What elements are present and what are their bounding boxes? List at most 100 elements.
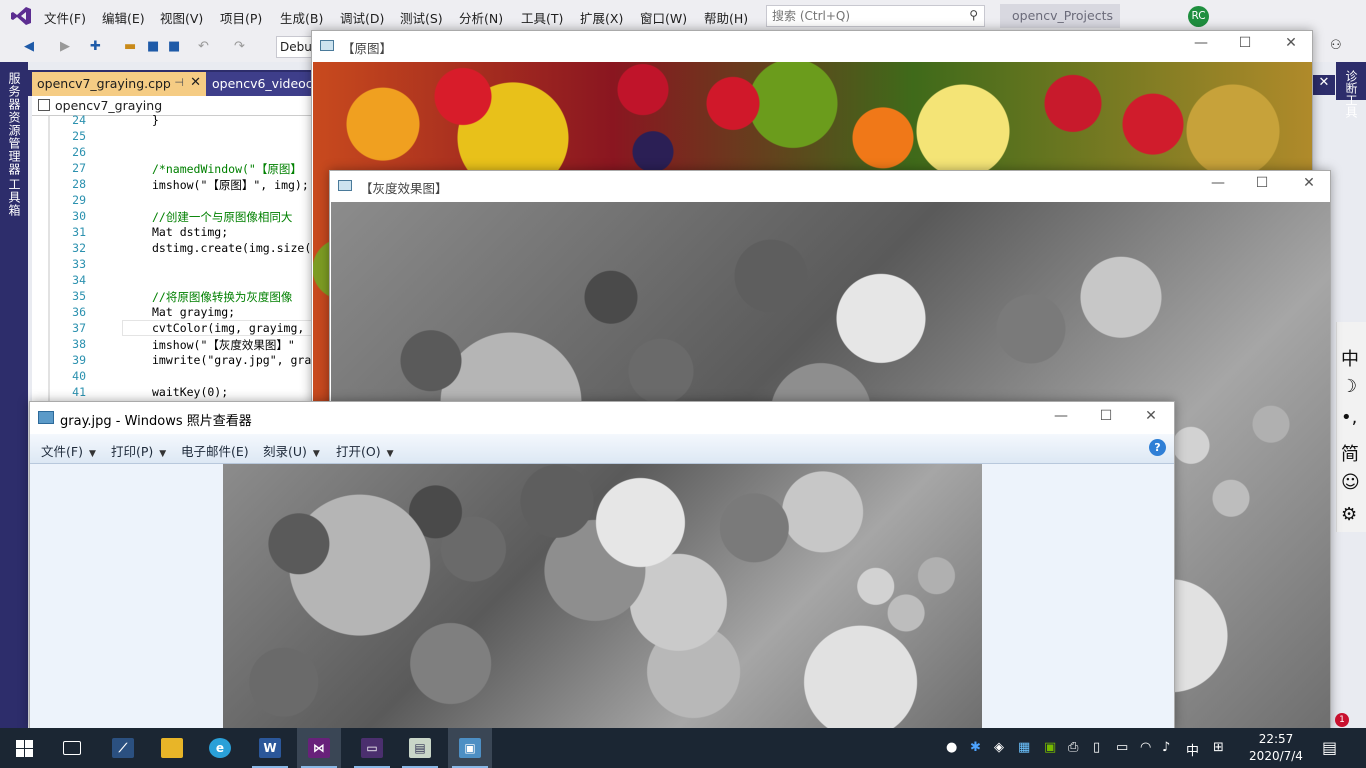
maximize-icon[interactable]: ☐ (1231, 35, 1259, 51)
toolbox-tab[interactable]: 工具箱 (6, 178, 23, 217)
line-number: 26 (72, 145, 86, 159)
solution-config-dropdown[interactable]: Debug (276, 36, 316, 58)
photo-viewer-icon: ▣ (459, 738, 481, 758)
pin-icon[interactable]: ⊣ (174, 76, 184, 89)
printer-icon[interactable]: ⎙ (1068, 740, 1078, 755)
usb-icon[interactable]: ▯ (1093, 740, 1100, 755)
new-item-icon[interactable]: ✚ (90, 39, 101, 54)
menu-test[interactable]: 测试(S) (400, 8, 443, 27)
menu-analyze[interactable]: 分析(N) (459, 8, 503, 27)
notification-center-icon[interactable]: ▤ (1322, 738, 1337, 757)
menu-file[interactable]: 文件(F) (44, 8, 86, 27)
moon-icon[interactable]: ☽ (1341, 376, 1357, 397)
line-number: 25 (72, 129, 86, 143)
volume-icon[interactable]: ♪ (1162, 740, 1170, 755)
save-all-icon[interactable]: ■ (168, 39, 180, 54)
close-icon[interactable]: ✕ (1313, 75, 1335, 95)
visual-studio-logo-icon (11, 7, 31, 25)
gray-jpg-image (223, 464, 982, 728)
menu-edit[interactable]: 编辑(E) (102, 8, 145, 27)
viewer-menu-open[interactable]: 打开(O) ▼ (336, 441, 394, 460)
taskbar-app-vs-installer[interactable]: ⟋ (101, 728, 145, 768)
folder-icon (161, 738, 183, 758)
undo-icon[interactable]: ↶ (198, 39, 209, 54)
taskbar-app-console[interactable]: ▭ (350, 728, 394, 768)
keyboard-layout-icon[interactable]: ⊞ (1213, 740, 1224, 755)
menu-label: 文件(F) (41, 444, 83, 459)
security-icon[interactable]: ◈ (994, 740, 1004, 755)
punctuation-icon[interactable]: •, (1341, 407, 1357, 428)
taskbar-app-opencv-window[interactable]: ▤ (398, 728, 442, 768)
window-titlebar[interactable]: gray.jpg - Windows 照片查看器 — ☐ ✕ (30, 402, 1174, 434)
qq-icon[interactable]: ● (946, 740, 957, 755)
help-icon[interactable]: ? (1149, 439, 1166, 456)
minimize-icon[interactable]: — (1047, 408, 1075, 424)
minimize-icon[interactable]: — (1204, 175, 1232, 191)
code-line: } (152, 113, 159, 127)
menu-debug[interactable]: 调试(D) (340, 8, 384, 27)
viewer-menu-burn[interactable]: 刻录(U) ▼ (263, 441, 320, 460)
maximize-icon[interactable]: ☐ (1092, 408, 1120, 424)
close-icon[interactable]: ✕ (1295, 175, 1323, 191)
window-title: 【原图】 (342, 41, 393, 56)
taskbar-app-visual-studio[interactable]: ⋈ (297, 728, 341, 768)
taskbar-app-edge[interactable]: e (198, 728, 242, 768)
window-titlebar[interactable]: 【灰度效果图】 — ☐ ✕ (330, 171, 1330, 201)
tab-opencv6-videocapture[interactable]: opencv6_videocapture.cpp (206, 72, 316, 96)
menu-build[interactable]: 生成(B) (280, 8, 323, 27)
dropdown-arrow-icon: ▼ (159, 449, 167, 459)
vs-search-box[interactable]: ⚲ (766, 5, 985, 27)
line-number: 31 (72, 225, 86, 239)
save-icon[interactable]: ■ (147, 39, 159, 54)
maximize-icon[interactable]: ☐ (1248, 175, 1276, 191)
close-icon[interactable]: ✕ (1137, 408, 1165, 424)
taskbar-app-photo-viewer[interactable]: ▣ (448, 728, 492, 768)
photo-viewer-window[interactable]: gray.jpg - Windows 照片查看器 — ☐ ✕ 文件(F) ▼ 打印… (29, 401, 1175, 729)
menu-view[interactable]: 视图(V) (160, 8, 203, 27)
viewer-menu-file[interactable]: 文件(F) ▼ (41, 441, 96, 460)
search-input[interactable] (767, 6, 957, 26)
viewer-menu-print[interactable]: 打印(P) ▼ (111, 441, 166, 460)
menu-tools[interactable]: 工具(T) (521, 8, 563, 27)
diagnostic-tools-tab[interactable]: 诊断工具 (1343, 70, 1360, 118)
server-explorer-tab[interactable]: 服务器资源管理器 (6, 72, 23, 176)
task-view-button[interactable] (50, 728, 94, 768)
ime-simplified[interactable]: 简 (1341, 440, 1359, 466)
minimize-icon[interactable]: — (1187, 35, 1215, 51)
taskbar-clock[interactable]: 22:57 2020/7/4 (1246, 731, 1306, 765)
project-scope-icon (38, 99, 50, 111)
close-icon[interactable]: ✕ (1277, 35, 1305, 51)
redo-icon[interactable]: ↷ (234, 39, 245, 54)
line-number: 38 (72, 337, 86, 351)
battery-icon[interactable]: ▭ (1116, 740, 1128, 755)
network-app-icon[interactable]: ▦ (1018, 740, 1030, 755)
forward-icon[interactable]: ▶ (60, 39, 70, 54)
input-language[interactable]: 中 (1186, 740, 1199, 759)
line-number: 37 (72, 321, 86, 335)
word-icon: W (259, 738, 281, 758)
emoji-icon[interactable]: ☺ (1341, 472, 1360, 493)
wifi-icon[interactable]: ◠ (1140, 740, 1151, 755)
user-avatar[interactable]: RC (1188, 6, 1209, 27)
menu-extensions[interactable]: 扩展(X) (580, 8, 623, 27)
window-titlebar[interactable]: 【原图】 — ☐ ✕ (312, 31, 1312, 61)
nav-scope-label: opencv7_graying (55, 98, 163, 113)
menu-window[interactable]: 窗口(W) (640, 8, 687, 27)
tab-opencv7-graying[interactable]: opencv7_graying.cpp ⊣ ✕ (32, 72, 206, 96)
taskbar-app-word[interactable]: W (248, 728, 292, 768)
nvidia-icon[interactable]: ▣ (1044, 740, 1056, 755)
open-folder-icon[interactable]: ▬ (124, 39, 136, 54)
ime-mode-chinese[interactable]: 中 (1341, 345, 1359, 371)
live-share-icon[interactable]: ⚇ (1330, 38, 1342, 53)
bluetooth-icon[interactable]: ✱ (970, 740, 981, 755)
code-line: imshow("【灰度效果图】" (152, 338, 295, 352)
viewer-menu-email[interactable]: 电子邮件(E) (181, 441, 249, 460)
menu-help[interactable]: 帮助(H) (704, 8, 748, 27)
menu-project[interactable]: 项目(P) (220, 8, 262, 27)
settings-icon[interactable]: ⚙ (1341, 504, 1357, 525)
back-icon[interactable]: ◀ (24, 39, 34, 54)
start-button[interactable] (3, 728, 47, 768)
visual-studio-icon: ⋈ (308, 738, 330, 758)
close-icon[interactable]: ✕ (190, 75, 201, 90)
taskbar-app-file-explorer[interactable] (150, 728, 194, 768)
